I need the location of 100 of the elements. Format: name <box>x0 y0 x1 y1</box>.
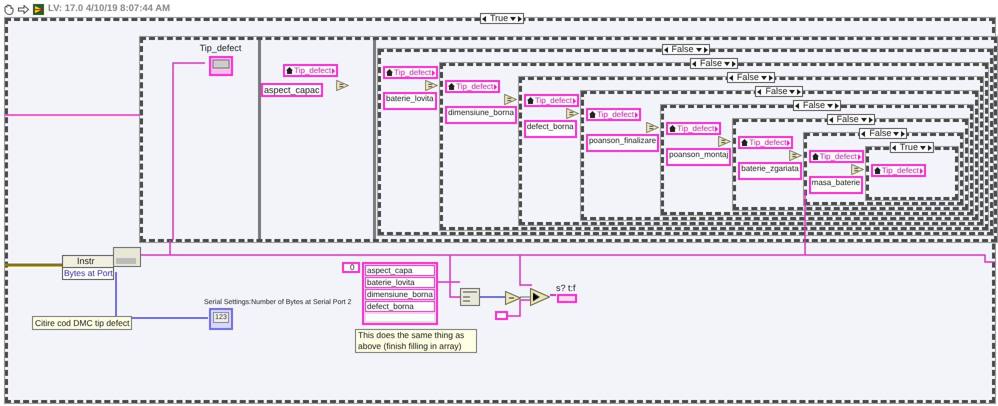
select-node-icon <box>530 288 550 306</box>
case-selector[interactable]: False <box>859 128 908 139</box>
right-arrow-icon[interactable] <box>704 46 708 52</box>
house-icon <box>448 83 456 90</box>
dropdown-icon[interactable] <box>920 146 926 150</box>
house-icon <box>741 139 748 146</box>
selector-value: False <box>736 73 759 82</box>
case-selector[interactable]: True <box>890 142 934 153</box>
dropdown-icon[interactable] <box>696 48 702 52</box>
right-arrow-icon[interactable] <box>732 60 736 66</box>
comment: Citire cod DMC tip defect <box>32 316 132 330</box>
house-icon <box>286 67 293 74</box>
string-constant: baterie_lovita <box>383 92 437 110</box>
right-arrow-icon[interactable] <box>768 74 773 80</box>
equal-node-icon <box>425 80 438 91</box>
left-arrow-icon[interactable] <box>692 60 696 66</box>
search-array-node-icon <box>460 288 480 306</box>
string-constant: defect_borna <box>365 301 435 312</box>
case-selector[interactable]: True <box>480 13 524 24</box>
arrow-icon[interactable] <box>18 4 29 14</box>
case-selector[interactable]: False <box>793 100 842 111</box>
version-text: LV: 17.0 4/10/19 8:07:44 AM <box>48 2 170 16</box>
house-icon <box>526 97 534 104</box>
string-constant: masa_baterie <box>808 176 864 194</box>
array-index[interactable]: 0 <box>342 262 360 273</box>
house-icon <box>874 167 881 174</box>
dropdown-icon[interactable] <box>860 118 867 122</box>
house-icon <box>386 69 393 76</box>
string-constant: dimensiune_borna <box>365 289 435 300</box>
equal-node-icon <box>850 164 864 175</box>
right-arrow-icon <box>494 84 498 90</box>
case-selector[interactable]: False <box>662 44 710 55</box>
string-constant: baterie_lovita <box>365 277 435 288</box>
variable-name: Tip_defect <box>534 96 572 104</box>
string-constant: dimensiune_borna <box>445 106 517 124</box>
indicator-label: s? t:f <box>556 284 576 293</box>
variable-name: Tip_defect <box>749 138 786 146</box>
dropdown-icon[interactable] <box>510 16 516 20</box>
right-arrow-icon <box>432 70 436 76</box>
string-indicator-icon <box>208 56 232 76</box>
house-icon <box>588 111 596 118</box>
dropdown-icon[interactable] <box>789 90 796 94</box>
right-arrow-icon[interactable] <box>868 116 873 122</box>
node-label: Instr <box>76 256 96 267</box>
right-arrow-icon <box>635 112 638 118</box>
selector-value: False <box>836 115 859 124</box>
dropdown-icon[interactable] <box>724 62 730 66</box>
selector-value: False <box>764 87 788 96</box>
left-arrow-icon[interactable] <box>664 46 668 52</box>
string-constant: aspect_capac <box>261 83 323 97</box>
string-constant: poanson_montaj <box>666 148 732 166</box>
left-arrow-icon[interactable] <box>861 130 866 136</box>
selector-value: False <box>868 129 892 138</box>
left-arrow-icon[interactable] <box>795 102 800 108</box>
string-constant: defect_borna <box>524 120 577 138</box>
case-selector[interactable]: False <box>726 72 775 83</box>
right-arrow-icon <box>332 68 336 74</box>
variable-name: Tip_defect <box>456 82 494 90</box>
comparison-node-icon <box>505 291 521 305</box>
variable-name: Tip_defect <box>677 124 714 132</box>
string-indicator-icon <box>557 294 577 303</box>
case-selector[interactable]: False <box>755 86 804 97</box>
house-icon <box>669 125 676 132</box>
vi-icon[interactable] <box>33 4 44 15</box>
right-arrow-icon <box>858 154 861 160</box>
case-selector[interactable]: False <box>690 58 738 69</box>
string-constant: poanson_finalizare <box>586 134 660 152</box>
right-arrow-icon[interactable] <box>835 102 840 108</box>
dropdown-icon[interactable] <box>827 104 834 108</box>
left-arrow-icon[interactable] <box>828 116 833 122</box>
dropdown-icon[interactable] <box>893 132 900 136</box>
left-arrow-icon[interactable] <box>482 16 486 22</box>
variable-name: Tip_defect <box>882 166 919 174</box>
right-arrow-icon <box>572 98 576 104</box>
equal-node-icon <box>646 122 660 133</box>
variable-name: Tip_defect <box>820 152 857 160</box>
indicator-label: Tip_defect <box>200 42 242 55</box>
equal-node-icon <box>718 136 732 147</box>
case-selector[interactable]: False <box>826 114 875 125</box>
right-arrow-icon <box>715 126 718 132</box>
house-icon <box>812 153 819 160</box>
right-arrow-icon[interactable] <box>797 88 802 94</box>
selector-value: False <box>699 59 722 68</box>
property-name[interactable]: Bytes at Port <box>63 267 113 279</box>
right-arrow-icon[interactable] <box>518 16 522 22</box>
hand-icon[interactable] <box>3 4 14 15</box>
comment: This does the same thing as above (finish filling in array) <box>355 329 477 353</box>
equal-node-icon <box>504 94 517 105</box>
left-arrow-icon[interactable] <box>892 144 896 150</box>
left-arrow-icon[interactable] <box>728 74 733 80</box>
right-arrow-icon[interactable] <box>928 144 932 150</box>
dropdown-icon[interactable] <box>760 76 767 80</box>
right-arrow-icon[interactable] <box>901 130 906 136</box>
selector-value: False <box>802 101 826 110</box>
equal-node-icon <box>336 80 349 91</box>
left-arrow-icon[interactable] <box>757 88 762 94</box>
right-arrow-icon <box>787 140 790 146</box>
empty-string-constant-icon <box>495 311 508 320</box>
selector-value: True <box>898 143 918 152</box>
selector-value: True <box>489 14 508 23</box>
